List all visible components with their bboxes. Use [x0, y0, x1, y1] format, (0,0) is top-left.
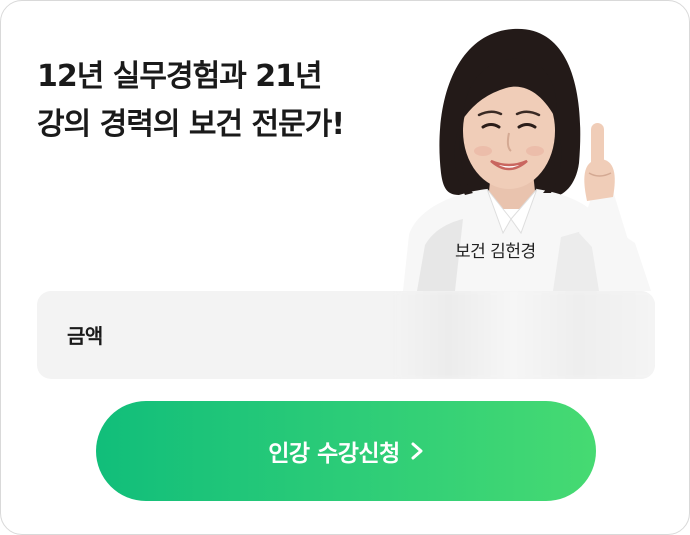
instructor-name-tag: 보건 김헌경: [455, 242, 536, 262]
price-label: 금액: [67, 324, 103, 348]
price-value-blurred: [397, 291, 655, 379]
course-card: 12년 실무경험과 21년 강의 경력의 보건 전문가! 보건 김헌경 금액 인…: [0, 0, 690, 535]
headline: 12년 실무경험과 21년 강의 경력의 보건 전문가!: [37, 53, 345, 149]
headline-line-1: 12년 실무경험과 21년: [37, 59, 323, 94]
enroll-button[interactable]: 인강 수강신청: [96, 401, 596, 501]
chevron-right-icon: [411, 442, 423, 460]
headline-line-2: 강의 경력의 보건 전문가!: [37, 107, 345, 142]
price-field: 금액: [37, 291, 655, 379]
enroll-button-label: 인강 수강신청: [268, 441, 400, 467]
